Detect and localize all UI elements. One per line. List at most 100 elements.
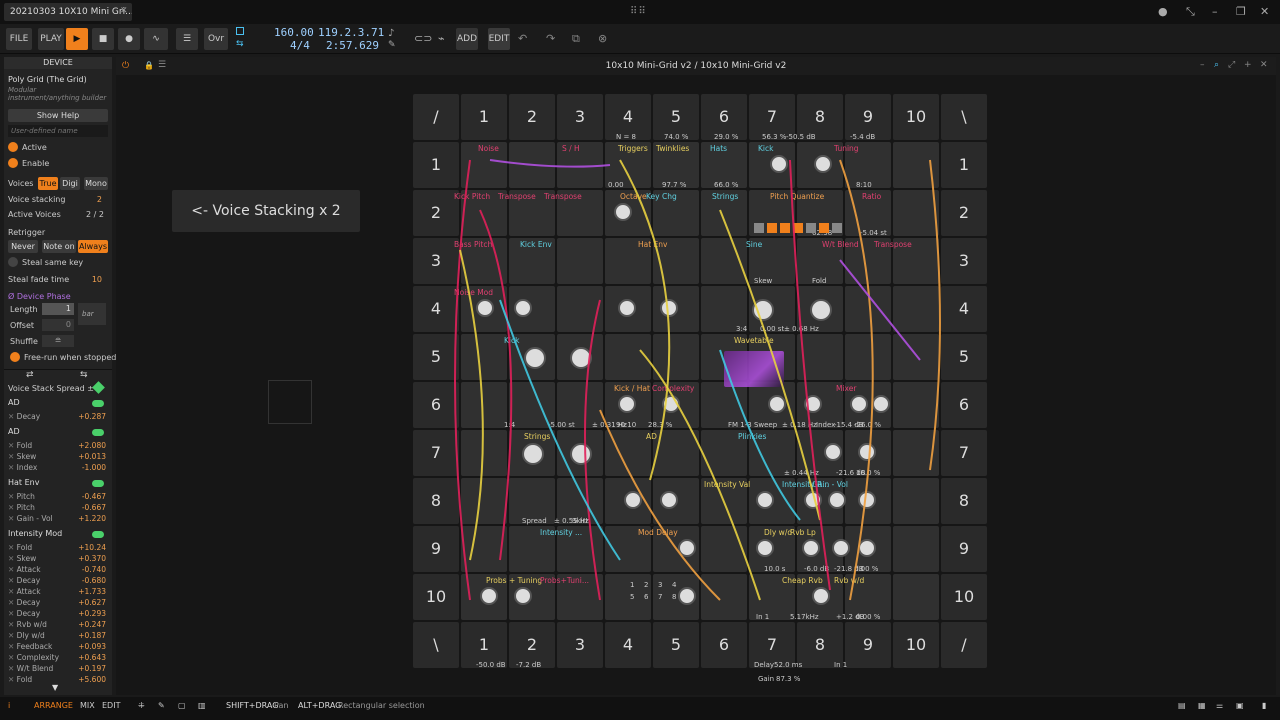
delay-knob[interactable] — [678, 539, 696, 557]
d-knob[interactable] — [514, 299, 532, 317]
copy-icon[interactable]: ⧉ — [572, 32, 580, 46]
grid-cell[interactable] — [701, 574, 747, 620]
mod-row[interactable]: ✕ Gain - Vol +1.220 — [8, 514, 108, 525]
mod-amount[interactable]: -0.467 — [82, 492, 106, 501]
quantize-key[interactable] — [832, 223, 842, 233]
mod-row[interactable]: ✕ Rvb w/d +0.247 — [8, 620, 108, 631]
minimize-icon[interactable]: – — [1212, 5, 1218, 18]
scroll-down-icon[interactable]: ▼ — [52, 683, 58, 692]
skirt-knob[interactable] — [570, 443, 592, 465]
skew-knob[interactable] — [752, 299, 774, 321]
grid-cell[interactable] — [461, 334, 507, 380]
remove-mod-icon[interactable]: ✕ — [8, 543, 17, 552]
grid-cell[interactable] — [893, 526, 939, 572]
mod-row[interactable]: ✕ Fold +10.24 — [8, 543, 108, 554]
mixer-knob[interactable] — [828, 491, 846, 509]
mod-row[interactable]: ✕ Skew +0.370 — [8, 554, 108, 565]
record-button[interactable]: ● — [118, 28, 140, 50]
remove-mod-icon[interactable]: ✕ — [8, 412, 17, 421]
grid-cell[interactable] — [893, 334, 939, 380]
mod-amount[interactable]: +5.600 — [78, 675, 106, 684]
mod-amount[interactable]: +10.24 — [78, 543, 106, 552]
grid-cell[interactable] — [893, 478, 939, 524]
steal-fade-value[interactable]: 10 — [82, 275, 102, 284]
overdub-button[interactable]: Ovr — [204, 28, 228, 50]
remove-mod-icon[interactable]: ✕ — [8, 565, 17, 574]
remove-mod-icon[interactable]: ✕ — [8, 576, 17, 585]
quantize-key[interactable] — [767, 223, 777, 233]
remove-mod-icon[interactable]: ✕ — [8, 492, 17, 501]
dlywd-knob[interactable] — [756, 539, 774, 557]
mod-amount[interactable]: +0.293 — [78, 609, 106, 618]
mod-group-header[interactable]: AD — [8, 398, 108, 410]
remove-mod-icon[interactable]: ✕ — [8, 653, 17, 662]
close-tab-icon[interactable]: ✕ — [120, 6, 128, 16]
mod-row[interactable]: ✕ Skew +0.013 — [8, 452, 108, 463]
mod-group-header[interactable]: AD — [8, 427, 108, 439]
a-knob[interactable] — [618, 299, 636, 317]
file-button[interactable]: FILE — [6, 28, 32, 50]
groove-icon[interactable]: ⊂⊃ — [414, 32, 432, 45]
probs-knob[interactable] — [480, 587, 498, 605]
show-help-button[interactable]: Show Help — [8, 109, 108, 122]
remove-mod-icon[interactable]: ✕ — [8, 598, 17, 607]
grid-cell[interactable] — [653, 430, 699, 476]
step-number[interactable]: 2 — [644, 581, 648, 589]
length-value[interactable]: 1 — [42, 303, 74, 315]
grid-cell[interactable] — [605, 334, 651, 380]
tuning-knob[interactable] — [814, 155, 832, 173]
grid-cell[interactable] — [893, 574, 939, 620]
remove-mod-icon[interactable]: ✕ — [8, 631, 17, 640]
zoom-icon[interactable]: ⌕ — [1214, 60, 1219, 70]
d-knob[interactable] — [660, 299, 678, 317]
step-number[interactable]: 8 — [672, 593, 676, 601]
grid-cell[interactable] — [797, 334, 843, 380]
retrigger-noteon-button[interactable]: Note on — [42, 240, 76, 253]
voice-stacking-value[interactable]: 2 — [82, 195, 102, 204]
edit-button[interactable]: EDIT — [488, 28, 510, 50]
mod-row[interactable]: ✕ Decay +0.627 — [8, 598, 108, 609]
lock-icon[interactable]: 🔒 — [144, 61, 154, 70]
mod-amount[interactable]: +0.643 — [78, 653, 106, 662]
kickhat-knob[interactable] — [618, 395, 636, 413]
mod-row[interactable]: ✕ Feedback +0.093 — [8, 642, 108, 653]
redo-icon[interactable]: ↷ — [546, 32, 555, 45]
editor-close-icon[interactable]: ✕ — [1260, 60, 1268, 70]
grid-cell[interactable] — [893, 286, 939, 332]
remove-mod-icon[interactable]: ✕ — [8, 587, 17, 596]
power-icon[interactable]: ⏻ — [122, 61, 129, 71]
mixer-knob[interactable] — [832, 539, 850, 557]
expand-icon[interactable]: ⤢ — [1228, 60, 1235, 70]
devices-icon[interactable]: ▣ — [1236, 701, 1244, 710]
mod-toggle-icon[interactable] — [92, 480, 104, 487]
grid-cell[interactable] — [653, 334, 699, 380]
add-button[interactable]: ADD — [456, 28, 478, 50]
collapse-icon[interactable]: ⤡ — [1186, 5, 1195, 19]
grid-cell[interactable] — [845, 334, 891, 380]
arrange-tab[interactable]: ARRANGE — [34, 701, 73, 710]
mod-amount[interactable]: +2.080 — [78, 441, 106, 450]
retrigger-never-button[interactable]: Never — [8, 240, 38, 253]
grid-cell[interactable] — [893, 190, 939, 236]
quantize-key[interactable] — [806, 223, 816, 233]
a-knob[interactable] — [624, 491, 642, 509]
step-number[interactable]: 6 — [644, 593, 648, 601]
browser-icon[interactable]: ▤ — [1178, 701, 1186, 710]
mod-row[interactable]: ✕ Decay -0.680 — [8, 576, 108, 587]
rvblp-knob[interactable] — [802, 539, 820, 557]
remove-mod-icon[interactable]: ✕ — [8, 642, 17, 651]
remove-mod-icon[interactable]: ✕ — [8, 452, 17, 461]
grid-cell[interactable] — [461, 430, 507, 476]
stop-button[interactable]: ■ — [92, 28, 114, 50]
mixer-knob[interactable] — [872, 395, 890, 413]
pencil-tool-icon[interactable]: ✎ — [158, 701, 165, 710]
grid-cell[interactable] — [893, 142, 939, 188]
step-number[interactable]: 1 — [630, 581, 634, 589]
active-checkbox[interactable] — [8, 142, 18, 152]
edit-tab[interactable]: EDIT — [102, 701, 120, 710]
step-number[interactable]: 4 — [672, 581, 676, 589]
punch-icon[interactable]: ⇆ — [236, 39, 244, 49]
mod-row[interactable]: ✕ Decay +0.293 — [8, 609, 108, 620]
mod-group-header[interactable]: Hat Env — [8, 478, 108, 490]
grid-tool-icon[interactable]: ⁜ — [138, 701, 145, 710]
